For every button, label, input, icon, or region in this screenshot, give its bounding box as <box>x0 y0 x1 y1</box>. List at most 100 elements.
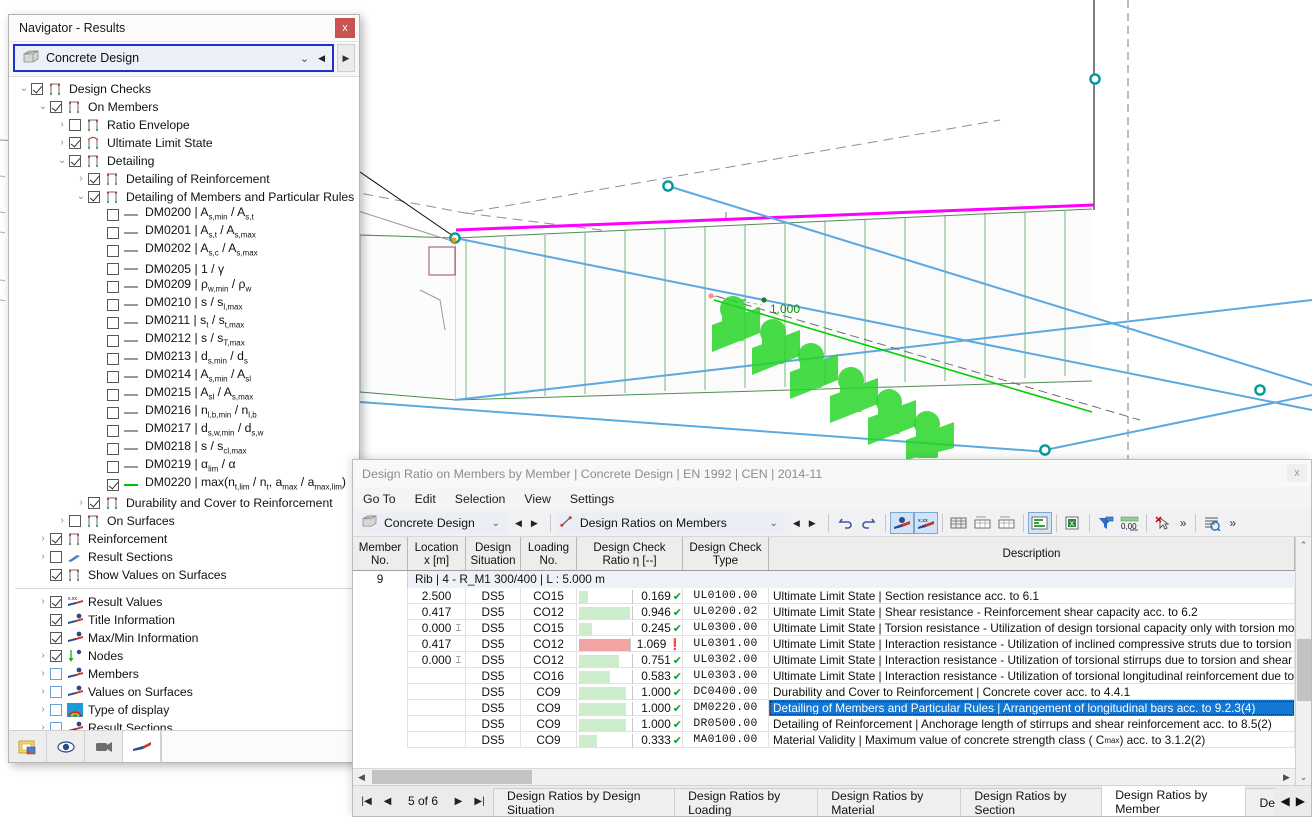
table-row[interactable]: DS5 CO16 0.583 ✔ UL0303.00 Ultimate Limit Sta… <box>353 668 1295 684</box>
show-numeric-values-icon[interactable]: x.xx <box>913 512 938 534</box>
tree-item[interactable]: Title Information <box>9 611 359 629</box>
tree-item-checkbox[interactable] <box>50 632 62 644</box>
tree-item[interactable]: › Reinforcement <box>9 530 359 548</box>
tree-item[interactable]: › Result Sections <box>9 719 359 730</box>
tree-item[interactable]: › Result Sections <box>9 548 359 566</box>
tree-item[interactable]: ⌄ On Members <box>9 98 359 116</box>
tree-item[interactable]: › Ultimate Limit State <box>9 134 359 152</box>
footer-tab-scroll[interactable]: ◀ ▶ <box>1275 786 1311 816</box>
tab-results-navigator[interactable] <box>123 731 161 762</box>
table-row[interactable]: DS5 CO9 1.000 ✔ DR0500.00 Detailing of Reinfo… <box>353 716 1295 732</box>
chevron-down-icon[interactable]: ⌄ <box>17 84 31 94</box>
chevron-right-icon[interactable]: › <box>36 651 50 661</box>
footer-tab[interactable]: Design Ratios by Loading <box>674 788 818 816</box>
table-row[interactable]: 2.500 DS5 CO15 0.169 ✔ UL0100.00 Ultimate Limi… <box>353 588 1295 604</box>
tree-item-checkbox[interactable] <box>50 596 62 608</box>
tree-item-checkbox[interactable] <box>107 281 119 293</box>
tab-views-navigator[interactable] <box>85 731 123 762</box>
chevron-down-icon[interactable]: ⌄ <box>485 518 507 529</box>
filter-icon[interactable] <box>1094 512 1118 534</box>
tree-item-checkbox[interactable] <box>50 704 62 716</box>
hscroll-track[interactable] <box>370 769 1278 785</box>
navigator-tabstrip[interactable] <box>9 730 359 762</box>
tree-item-checkbox[interactable] <box>50 614 62 626</box>
footer-prev-icon[interactable]: ◀ <box>1281 794 1290 808</box>
tree-item-checkbox[interactable] <box>50 101 62 113</box>
tree-item[interactable]: › Ratio Envelope <box>9 116 359 134</box>
chevron-right-icon[interactable]: › <box>36 552 50 562</box>
find-icon[interactable] <box>1200 512 1224 534</box>
tree-item-checkbox[interactable] <box>88 173 100 185</box>
chevron-right-icon[interactable]: › <box>36 705 50 715</box>
next-module-button[interactable]: ▶ <box>337 44 355 72</box>
results-tree[interactable]: ⌄ Design Checks ⌄ On Members › Ratio Envelope… <box>9 76 359 730</box>
scroll-right-icon[interactable]: ▶ <box>1278 769 1295 785</box>
scroll-up-icon[interactable]: ⌃ <box>1296 537 1312 553</box>
tree-item-checkbox[interactable] <box>50 668 62 680</box>
chevron-right-icon[interactable]: › <box>55 516 69 526</box>
table-columns-icon[interactable] <box>995 512 1019 534</box>
table-step-arrows[interactable]: ◀ ▶ <box>785 518 824 529</box>
next-page-button[interactable]: ▶ <box>449 789 468 813</box>
tree-item[interactable]: › Nodes <box>9 647 359 665</box>
tree-item[interactable]: › On Surfaces <box>9 512 359 530</box>
tree-item-checkbox[interactable] <box>107 335 119 347</box>
scroll-down-icon[interactable]: ⌄ <box>1296 769 1312 785</box>
footer-tab[interactable]: Design Ratios by Member <box>1101 786 1246 816</box>
close-icon[interactable]: x <box>335 18 355 38</box>
tree-item[interactable]: › x.xx Result Values <box>9 593 359 611</box>
undo-icon[interactable] <box>833 512 857 534</box>
tree-item-checkbox[interactable] <box>107 407 119 419</box>
table-type-select[interactable]: Design Ratios on Members ⌄ <box>554 512 785 534</box>
tree-item[interactable]: › Values on Surfaces <box>9 683 359 701</box>
tree-item-checkbox[interactable] <box>107 263 119 275</box>
page-navigator[interactable]: |◀ ◀ 5 of 6 ▶ ▶| <box>353 786 493 816</box>
show-result-values-icon[interactable] <box>889 512 914 534</box>
redo-icon[interactable] <box>857 512 881 534</box>
tree-item-checkbox[interactable] <box>88 497 100 509</box>
column-header[interactable]: Design Check Type <box>683 537 769 570</box>
export-excel-icon[interactable]: X <box>1061 512 1085 534</box>
tree-item[interactable]: › Type of display <box>9 701 359 719</box>
tree-item[interactable]: Max/Min Information <box>9 629 359 647</box>
prev-module-button[interactable]: ◀ <box>315 53 328 64</box>
footer-tab[interactable]: Design Ratios by Design Situation <box>493 788 675 816</box>
tree-item-checkbox[interactable] <box>107 353 119 365</box>
tree-item-checkbox[interactable] <box>31 83 43 95</box>
tree-item[interactable]: ⌄ Detailing <box>9 152 359 170</box>
chevron-right-icon[interactable]: › <box>74 174 88 184</box>
chevron-down-icon[interactable]: ⌄ <box>55 156 69 166</box>
tree-item-checkbox[interactable] <box>107 443 119 455</box>
table-row[interactable]: DS5 CO9 0.333 ✔ MA0100.00 Material Validity |… <box>353 732 1295 748</box>
tree-item-checkbox[interactable] <box>107 461 119 473</box>
tree-item-checkbox[interactable] <box>50 722 62 730</box>
tree-item[interactable]: DM0220 | max(nt,lim / nt, amax / amax,li… <box>9 475 359 494</box>
tree-item-checkbox[interactable] <box>107 245 119 257</box>
chevron-down-icon[interactable]: ⌄ <box>762 518 784 529</box>
tree-item-checkbox[interactable] <box>88 191 100 203</box>
footer-tab[interactable]: Design Ratios by Material <box>817 788 961 816</box>
table-module-select[interactable]: Concrete Design ⌄ <box>359 512 507 534</box>
menu-go-to[interactable]: Go To <box>363 492 396 506</box>
navigator-results-window[interactable]: Navigator - Results x Concrete Design ⌄ … <box>8 14 360 763</box>
tree-item-checkbox[interactable] <box>107 389 119 401</box>
menu-settings[interactable]: Settings <box>570 492 614 506</box>
table-footer[interactable]: |◀ ◀ 5 of 6 ▶ ▶| Design Ratios by Design… <box>353 785 1311 816</box>
chevron-right-icon[interactable]: › <box>55 120 69 130</box>
tree-item-checkbox[interactable] <box>107 371 119 383</box>
tree-item-checkbox[interactable] <box>50 650 62 662</box>
toolbar-overflow2-icon[interactable]: » <box>1224 516 1241 530</box>
tab-project-navigator[interactable] <box>9 731 47 762</box>
footer-tab[interactable]: De <box>1245 788 1275 816</box>
decimals-icon[interactable]: 0,00 <box>1118 512 1142 534</box>
clear-selection-icon[interactable] <box>1151 512 1175 534</box>
tree-item-checkbox[interactable] <box>107 317 119 329</box>
design-module-select[interactable]: Concrete Design ⌄ ◀ <box>13 44 334 72</box>
tree-item[interactable]: › Members <box>9 665 359 683</box>
tree-item-checkbox[interactable] <box>69 137 81 149</box>
tree-item-checkbox[interactable] <box>69 155 81 167</box>
tab-display-navigator[interactable] <box>47 731 85 762</box>
chevron-right-icon[interactable]: › <box>36 597 50 607</box>
hscroll-thumb[interactable] <box>372 770 532 784</box>
last-page-button[interactable]: ▶| <box>470 789 489 813</box>
